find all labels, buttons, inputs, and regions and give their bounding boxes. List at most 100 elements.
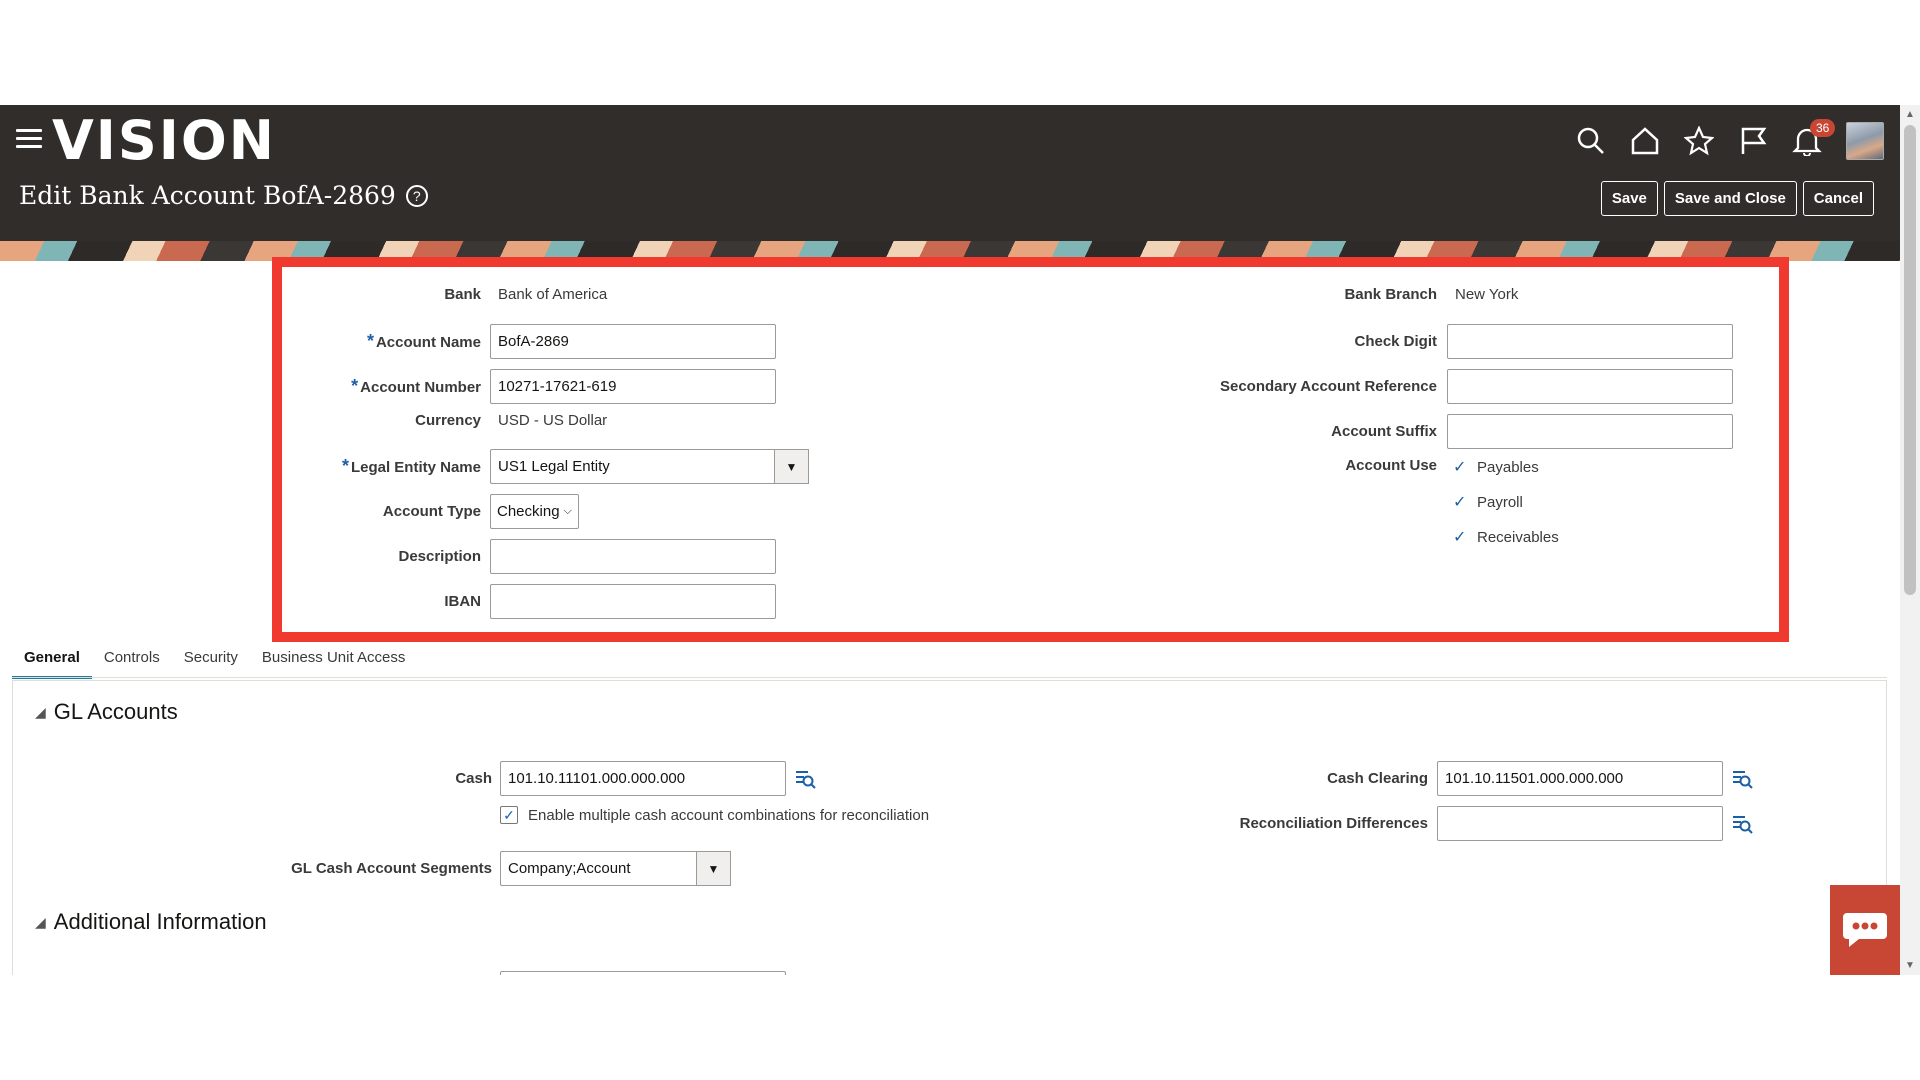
notifications-bell-icon[interactable]: 36 bbox=[1780, 119, 1836, 163]
account-type-row: Account Type Checking ⌵ bbox=[300, 494, 579, 529]
tab-security[interactable]: Security bbox=[172, 639, 250, 679]
vertical-scrollbar[interactable]: ▲ ▼ bbox=[1900, 105, 1920, 975]
iban-label: IBAN bbox=[444, 593, 481, 610]
account-use-receivables: ✓ Receivables bbox=[1453, 527, 1559, 547]
currency-row: Currency USD - US Dollar bbox=[300, 412, 607, 429]
cancel-button[interactable]: Cancel bbox=[1802, 181, 1874, 216]
secondary-reference-label: Secondary Account Reference bbox=[1219, 378, 1437, 395]
gl-accounts-header[interactable]: ◢ GL Accounts bbox=[35, 699, 178, 725]
bank-row: Bank Bank of America bbox=[300, 286, 607, 303]
reconciliation-differences-row: Reconciliation Differences bbox=[1073, 806, 1753, 841]
cash-clearing-input[interactable] bbox=[1437, 761, 1723, 796]
account-suffix-row: Account Suffix bbox=[1180, 414, 1733, 449]
iban-input[interactable] bbox=[490, 584, 776, 619]
additional-information-header[interactable]: ◢ Additional Information bbox=[35, 909, 267, 935]
cash-clearing-row: Cash Clearing bbox=[1073, 761, 1753, 796]
decorative-banner bbox=[0, 241, 1900, 261]
account-use-row: Account Use bbox=[1180, 457, 1437, 474]
account-use-label-payables: Payables bbox=[1477, 458, 1539, 476]
currency-label: Currency bbox=[415, 412, 481, 429]
app-window: VISION 36 Edit Bank Account BofA-2869 ? bbox=[0, 105, 1920, 975]
segments-row: GL Cash Account Segments ▼ bbox=[193, 851, 731, 886]
check-digit-input[interactable] bbox=[1447, 324, 1733, 359]
tab-general[interactable]: General bbox=[12, 639, 92, 679]
legal-entity-input[interactable] bbox=[490, 449, 774, 484]
save-and-close-button[interactable]: Save and Close bbox=[1663, 181, 1797, 216]
collapse-triangle-icon: ◢ bbox=[35, 913, 46, 930]
account-number-label: * Account Number bbox=[351, 376, 481, 396]
account-type-select[interactable]: Checking ⌵ bbox=[490, 494, 579, 529]
required-indicator: * bbox=[341, 456, 349, 476]
user-avatar[interactable] bbox=[1846, 122, 1884, 160]
account-name-row: * Account Name bbox=[300, 324, 776, 359]
account-lookup-icon[interactable] bbox=[794, 768, 816, 790]
gl-accounts-title: GL Accounts bbox=[53, 699, 178, 724]
additional-info-input[interactable] bbox=[500, 971, 786, 975]
account-number-row: * Account Number bbox=[300, 369, 776, 404]
cash-input[interactable] bbox=[500, 761, 786, 796]
reconciliation-differences-input[interactable] bbox=[1437, 806, 1723, 841]
account-number-input[interactable] bbox=[490, 369, 776, 404]
tab-divider bbox=[12, 677, 1887, 678]
chevron-down-icon: ⌵ bbox=[563, 505, 572, 517]
description-label: Description bbox=[398, 548, 481, 565]
account-use-payroll: ✓ Payroll bbox=[1453, 492, 1523, 512]
account-suffix-input[interactable] bbox=[1447, 414, 1733, 449]
page-title-row: Edit Bank Account BofA-2869 ? bbox=[19, 181, 428, 210]
iban-row: IBAN bbox=[300, 584, 776, 619]
header-icon-bar: 36 bbox=[1564, 119, 1884, 163]
save-button[interactable]: Save bbox=[1600, 181, 1658, 216]
account-use-label-receivables: Receivables bbox=[1477, 528, 1559, 546]
legal-entity-combo: ▼ bbox=[490, 449, 809, 484]
scroll-down-arrow-icon[interactable]: ▼ bbox=[1905, 960, 1915, 971]
help-icon[interactable]: ? bbox=[405, 184, 428, 207]
enable-multiple-label: Enable multiple cash account combination… bbox=[528, 806, 930, 824]
menu-icon[interactable] bbox=[16, 129, 42, 149]
enable-multiple-row: ✓ Enable multiple cash account combinati… bbox=[500, 806, 929, 824]
dropdown-arrow-icon[interactable]: ▼ bbox=[696, 851, 731, 886]
check-digit-label: Check Digit bbox=[1354, 333, 1437, 350]
collapse-triangle-icon: ◢ bbox=[35, 703, 46, 720]
currency-value: USD - US Dollar bbox=[498, 412, 608, 429]
search-icon[interactable] bbox=[1564, 119, 1618, 163]
checkmark-icon: ✓ bbox=[1453, 494, 1467, 511]
home-icon[interactable] bbox=[1618, 119, 1672, 163]
account-type-label: Account Type bbox=[382, 503, 481, 520]
cash-label: Cash bbox=[455, 770, 492, 787]
additional-information-title: Additional Information bbox=[53, 909, 267, 934]
check-digit-row: Check Digit bbox=[1180, 324, 1733, 359]
account-type-value: Checking bbox=[497, 503, 560, 520]
tab-bar: General Controls Security Business Unit … bbox=[12, 639, 417, 679]
bank-value: Bank of America bbox=[498, 286, 608, 303]
account-use-payables: ✓ Payables bbox=[1453, 457, 1539, 477]
header-actions: Save Save and Close Cancel bbox=[1595, 181, 1874, 216]
enable-multiple-checkbox[interactable]: ✓ bbox=[500, 806, 518, 824]
scrollbar-thumb[interactable] bbox=[1904, 125, 1916, 595]
general-tab-panel: ◢ GL Accounts Cash ✓ Enable multiple cas… bbox=[12, 680, 1887, 975]
account-name-label: * Account Name bbox=[366, 331, 481, 351]
cash-row: Cash bbox=[193, 761, 816, 796]
flag-icon[interactable] bbox=[1726, 119, 1780, 163]
segments-input[interactable] bbox=[500, 851, 696, 886]
account-lookup-icon[interactable] bbox=[1731, 813, 1753, 835]
tab-controls[interactable]: Controls bbox=[92, 639, 172, 679]
favorites-star-icon[interactable] bbox=[1672, 119, 1726, 163]
reconciliation-differences-label: Reconciliation Differences bbox=[1239, 815, 1428, 832]
account-lookup-icon[interactable] bbox=[1731, 768, 1753, 790]
tab-business-unit-access[interactable]: Business Unit Access bbox=[250, 639, 417, 679]
segments-label: GL Cash Account Segments bbox=[291, 860, 492, 877]
required-indicator: * bbox=[366, 331, 374, 351]
dropdown-arrow-icon[interactable]: ▼ bbox=[774, 449, 809, 484]
bank-label: Bank bbox=[444, 286, 481, 303]
description-input[interactable] bbox=[490, 539, 776, 574]
account-use-label-payroll: Payroll bbox=[1477, 493, 1523, 511]
chat-button[interactable] bbox=[1830, 885, 1900, 975]
segments-combo: ▼ bbox=[500, 851, 731, 886]
legal-entity-row: *Legal Entity Name ▼ bbox=[300, 449, 809, 484]
legal-entity-label: * Legal Entity Name bbox=[341, 456, 481, 476]
secondary-reference-input[interactable] bbox=[1447, 369, 1733, 404]
account-name-input[interactable] bbox=[490, 324, 776, 359]
secondary-reference-row: Secondary Account Reference bbox=[1180, 369, 1733, 404]
chat-bubble-icon bbox=[1843, 913, 1887, 947]
scroll-up-arrow-icon[interactable]: ▲ bbox=[1905, 109, 1915, 120]
